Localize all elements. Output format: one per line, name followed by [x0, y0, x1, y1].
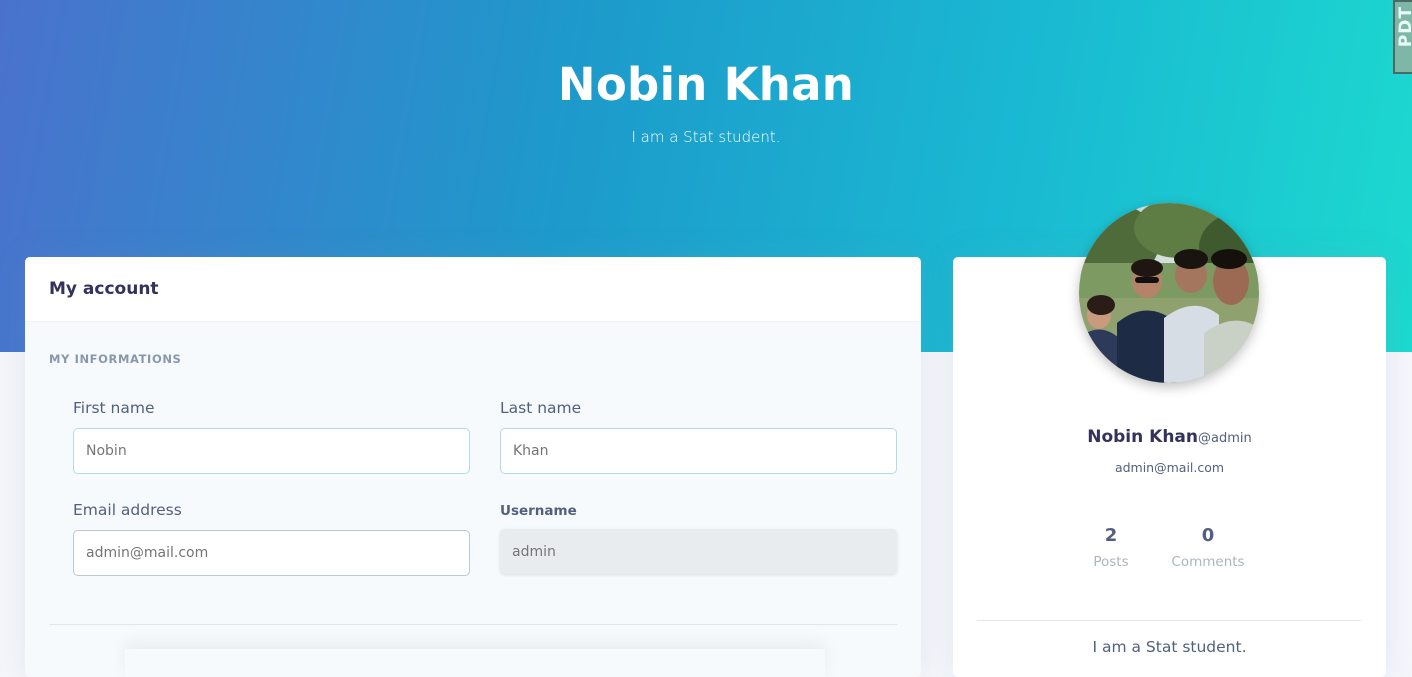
last-name-label: Last name — [500, 399, 582, 417]
first-name-input[interactable] — [73, 428, 470, 474]
section-divider — [49, 624, 897, 625]
profile-handle: @admin — [1198, 431, 1252, 446]
corner-badge-label: PDT — [1396, 6, 1412, 48]
stat-comments: 0 Comments — [1163, 525, 1253, 570]
account-card-header: My account — [25, 257, 921, 322]
avatar[interactable] — [1079, 203, 1259, 383]
corner-badge[interactable]: PDT — [1393, 0, 1412, 74]
profile-divider — [977, 620, 1361, 621]
stat-posts-label: Posts — [1093, 554, 1129, 570]
section-label-my-informations: MY INFORMATIONS — [49, 352, 182, 366]
username-input[interactable] — [500, 529, 897, 574]
first-name-label: First name — [73, 399, 155, 417]
account-card: My account MY INFORMATIONS First name La… — [25, 257, 921, 677]
profile-bio: I am a Stat student. — [1092, 638, 1247, 656]
stat-posts-value: 2 — [1104, 525, 1118, 546]
profile-fullname: Nobin Khan — [1087, 427, 1199, 447]
last-name-input[interactable] — [500, 428, 897, 474]
username-label: Username — [500, 503, 577, 519]
next-section-shadow — [125, 649, 825, 677]
group-photo-image — [1079, 203, 1259, 383]
page-title: Nobin Khan — [557, 58, 855, 111]
email-input[interactable] — [73, 530, 470, 576]
stat-comments-value: 0 — [1201, 525, 1215, 546]
email-label: Email address — [73, 501, 182, 519]
profile-name: Nobin Khan@admin — [953, 427, 1386, 447]
stat-posts: 2 Posts — [1066, 525, 1156, 570]
account-title: My account — [49, 279, 159, 299]
stat-comments-label: Comments — [1171, 554, 1245, 570]
profile-email: admin@mail.com — [1114, 460, 1225, 475]
page-subtitle: I am a Stat student. — [631, 128, 781, 146]
